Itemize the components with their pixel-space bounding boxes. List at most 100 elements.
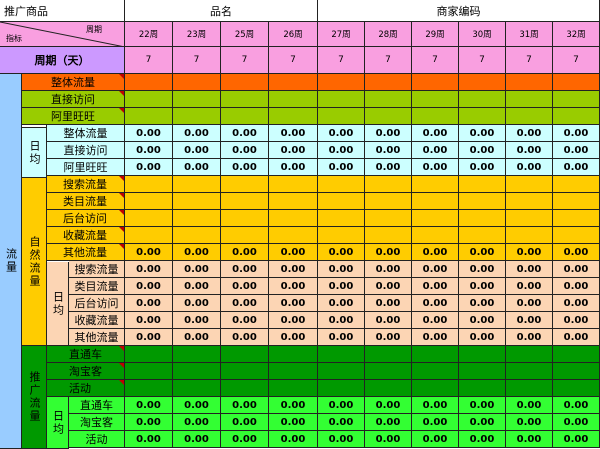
data-cell[interactable]: 0.00 — [173, 244, 221, 261]
data-cell[interactable] — [553, 363, 600, 380]
data-cell[interactable] — [459, 91, 506, 108]
data-cell[interactable]: 0.00 — [318, 397, 365, 414]
data-cell[interactable] — [365, 108, 412, 125]
data-cell[interactable]: 0.00 — [318, 278, 365, 295]
data-cell[interactable]: 0.00 — [173, 414, 221, 431]
data-cell[interactable]: 0.00 — [365, 278, 412, 295]
data-cell[interactable] — [412, 227, 459, 244]
data-cell[interactable]: 0.00 — [459, 278, 506, 295]
data-cell[interactable] — [173, 346, 221, 363]
row-label-cell[interactable]: 阿里旺旺 — [22, 108, 125, 125]
week-header-cell[interactable]: 32周 — [553, 22, 600, 47]
data-cell[interactable] — [553, 346, 600, 363]
period-value-cell[interactable]: 7 — [221, 47, 269, 74]
data-cell[interactable]: 0.00 — [506, 125, 553, 142]
data-cell[interactable] — [506, 108, 553, 125]
data-cell[interactable]: 0.00 — [173, 312, 221, 329]
data-cell[interactable] — [318, 108, 365, 125]
data-cell[interactable]: 0.00 — [553, 312, 600, 329]
data-cell[interactable]: 0.00 — [221, 159, 269, 176]
data-cell[interactable] — [221, 176, 269, 193]
row-label-cell[interactable]: 直通车 — [47, 346, 125, 363]
data-cell[interactable]: 0.00 — [365, 397, 412, 414]
data-cell[interactable] — [365, 210, 412, 227]
week-header-cell[interactable]: 27周 — [318, 22, 365, 47]
data-cell[interactable]: 0.00 — [553, 142, 600, 159]
data-cell[interactable]: 0.00 — [221, 261, 269, 278]
row-label-cell[interactable]: 淘宝客 — [69, 414, 125, 431]
data-cell[interactable] — [318, 74, 365, 91]
data-cell[interactable]: 0.00 — [318, 159, 365, 176]
data-cell[interactable] — [318, 346, 365, 363]
data-cell[interactable]: 0.00 — [173, 329, 221, 346]
row-label-cell[interactable]: 其他流量 — [69, 329, 125, 346]
data-cell[interactable]: 0.00 — [173, 397, 221, 414]
period-value-cell[interactable]: 7 — [269, 47, 318, 74]
data-cell[interactable]: 0.00 — [125, 414, 173, 431]
data-cell[interactable]: 0.00 — [553, 261, 600, 278]
data-cell[interactable] — [553, 74, 600, 91]
data-cell[interactable] — [365, 176, 412, 193]
period-value-cell[interactable]: 7 — [553, 47, 600, 74]
data-cell[interactable]: 0.00 — [125, 125, 173, 142]
natural-traffic-group-cell[interactable]: 自然流量 — [22, 178, 47, 346]
data-cell[interactable]: 0.00 — [365, 159, 412, 176]
data-cell[interactable]: 0.00 — [173, 142, 221, 159]
data-cell[interactable] — [269, 74, 318, 91]
data-cell[interactable]: 0.00 — [553, 159, 600, 176]
data-cell[interactable]: 0.00 — [221, 244, 269, 261]
data-cell[interactable]: 0.00 — [365, 244, 412, 261]
data-cell[interactable] — [459, 74, 506, 91]
week-header-cell[interactable]: 30周 — [459, 22, 506, 47]
data-cell[interactable]: 0.00 — [269, 278, 318, 295]
data-cell[interactable] — [459, 176, 506, 193]
data-cell[interactable]: 0.00 — [506, 278, 553, 295]
data-cell[interactable]: 0.00 — [365, 431, 412, 448]
row-label-cell[interactable]: 收藏流量 — [69, 312, 125, 329]
data-cell[interactable] — [221, 193, 269, 210]
data-cell[interactable] — [506, 193, 553, 210]
merchant-code-header[interactable]: 商家编码 — [318, 0, 600, 22]
data-cell[interactable] — [365, 380, 412, 397]
data-cell[interactable] — [506, 346, 553, 363]
data-cell[interactable]: 0.00 — [173, 125, 221, 142]
data-cell[interactable]: 0.00 — [269, 261, 318, 278]
data-cell[interactable]: 0.00 — [365, 312, 412, 329]
data-cell[interactable]: 0.00 — [506, 312, 553, 329]
data-cell[interactable]: 0.00 — [125, 329, 173, 346]
daily-avg-group-cell[interactable]: 日均 — [22, 128, 47, 178]
data-cell[interactable] — [412, 91, 459, 108]
data-cell[interactable]: 0.00 — [269, 159, 318, 176]
data-cell[interactable] — [269, 108, 318, 125]
data-cell[interactable]: 0.00 — [269, 329, 318, 346]
data-cell[interactable] — [365, 346, 412, 363]
data-cell[interactable] — [412, 363, 459, 380]
data-cell[interactable]: 0.00 — [221, 142, 269, 159]
data-cell[interactable] — [412, 74, 459, 91]
data-cell[interactable]: 0.00 — [459, 329, 506, 346]
data-cell[interactable] — [553, 176, 600, 193]
data-cell[interactable] — [506, 227, 553, 244]
period-days-label-cell[interactable]: 周期（天） — [0, 47, 125, 74]
data-cell[interactable]: 0.00 — [412, 125, 459, 142]
data-cell[interactable] — [553, 380, 600, 397]
data-cell[interactable] — [125, 108, 173, 125]
data-cell[interactable] — [269, 193, 318, 210]
data-cell[interactable]: 0.00 — [365, 329, 412, 346]
data-cell[interactable]: 0.00 — [173, 261, 221, 278]
data-cell[interactable]: 0.00 — [318, 142, 365, 159]
data-cell[interactable]: 0.00 — [125, 142, 173, 159]
data-cell[interactable] — [269, 227, 318, 244]
data-cell[interactable] — [459, 193, 506, 210]
data-cell[interactable] — [318, 176, 365, 193]
data-cell[interactable]: 0.00 — [173, 278, 221, 295]
data-cell[interactable]: 0.00 — [365, 142, 412, 159]
data-cell[interactable]: 0.00 — [553, 278, 600, 295]
data-cell[interactable] — [412, 380, 459, 397]
data-cell[interactable]: 0.00 — [412, 244, 459, 261]
data-cell[interactable] — [125, 193, 173, 210]
promo-goods-header[interactable]: 推广商品 — [0, 0, 125, 22]
data-cell[interactable]: 0.00 — [459, 295, 506, 312]
data-cell[interactable]: 0.00 — [125, 397, 173, 414]
data-cell[interactable] — [318, 227, 365, 244]
